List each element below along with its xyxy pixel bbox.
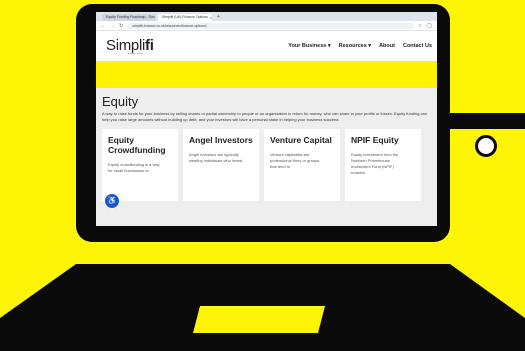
site-header: Simplifi business finance Your Business …: [96, 31, 437, 61]
logo-text-bold: fi: [145, 37, 154, 54]
new-tab-icon[interactable]: +: [214, 14, 223, 21]
card-text: Equity crowdfunding is a way for small b…: [108, 162, 160, 173]
tab-label: Equity Funding Roadmap - Sim: [106, 15, 155, 19]
tab-label: Simplifi (UK) Finance Options: [162, 15, 208, 19]
trackpad: [193, 306, 325, 333]
card-venture-capital[interactable]: Venture Capital Venture capitalists are …: [264, 129, 340, 201]
card-title: Venture Capital: [270, 135, 332, 145]
browser-tab[interactable]: Equity Funding Roadmap - Sim ×: [102, 14, 156, 21]
page-title: Equity: [102, 94, 139, 109]
reload-icon[interactable]: ↻: [119, 23, 123, 29]
profile-icon[interactable]: ◯: [426, 23, 432, 29]
site-logo[interactable]: Simplifi business finance: [106, 37, 154, 55]
back-arrow-icon[interactable]: ←: [101, 23, 106, 29]
nav-item-your-business[interactable]: Your Business ▾: [288, 43, 330, 49]
accent-band: [96, 61, 437, 88]
card-angel-investors[interactable]: Angel Investors Angel investors are typi…: [183, 129, 259, 201]
nav-item-about[interactable]: About: [379, 43, 395, 49]
main-nav: Your Business ▾ Resources ▾ About Contac…: [288, 43, 432, 49]
browser-address-bar: ← → ↻ simplifi-finance.co.uk/resources/f…: [96, 21, 437, 31]
logo-text: Simpli: [106, 37, 146, 54]
card-text: Venture capitalists are professional fir…: [270, 152, 320, 169]
card-title: Angel Investors: [189, 135, 253, 145]
nav-item-resources[interactable]: Resources ▾: [339, 43, 371, 49]
card-equity-crowdfunding[interactable]: Equity Crowdfunding Equity crowdfunding …: [102, 129, 178, 201]
url-input[interactable]: simplifi-finance.co.uk/resources/finance…: [127, 22, 414, 29]
laptop-hinge-arm: [450, 113, 525, 129]
nav-item-contact[interactable]: Contact Us: [403, 43, 432, 49]
star-icon[interactable]: ☆: [418, 23, 422, 29]
card-text: Angel investors are typically wealthy in…: [189, 152, 243, 163]
forward-arrow-icon[interactable]: →: [110, 23, 115, 29]
main-content: Equity A way to raise funds for your bus…: [96, 88, 437, 226]
card-text: Equity investment from the Northern Powe…: [351, 152, 399, 175]
camera-dot: [475, 135, 497, 157]
browser-tab-bar: Equity Funding Roadmap - Sim × Simplifi …: [96, 12, 437, 21]
card-npif-equity[interactable]: NPIF Equity Equity investment from the N…: [345, 129, 421, 201]
card-title: NPIF Equity: [351, 135, 399, 145]
intro-paragraph: A way to raise funds for your business b…: [102, 111, 427, 122]
browser-tab-active[interactable]: Simplifi (UK) Finance Options ×: [158, 14, 212, 21]
card-title: Equity Crowdfunding: [108, 135, 166, 155]
close-icon[interactable]: ×: [210, 14, 212, 21]
card-list: Equity Crowdfunding Equity crowdfunding …: [102, 129, 431, 201]
laptop-screen: Equity Funding Roadmap - Sim × Simplifi …: [96, 12, 437, 226]
accessibility-icon[interactable]: ♿: [104, 193, 120, 209]
